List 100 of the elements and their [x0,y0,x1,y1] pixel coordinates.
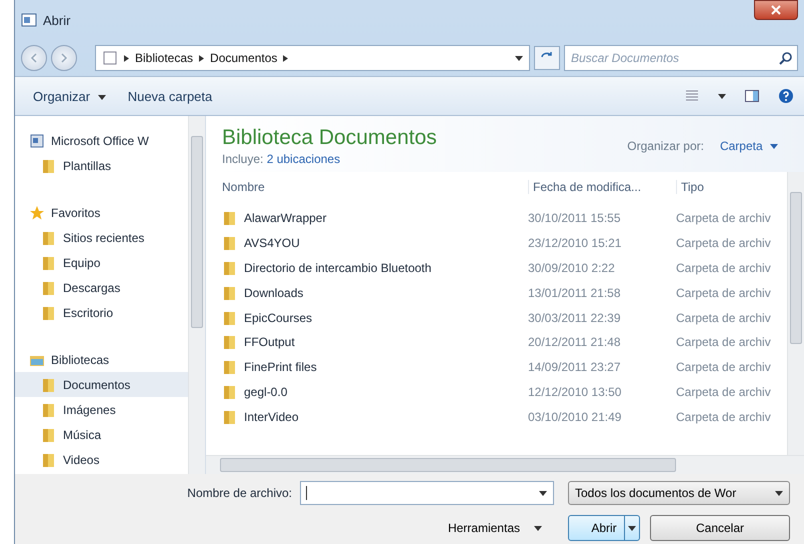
dropdown-icon [534,526,542,530]
dropdown-icon [98,94,106,100]
dropdown-icon[interactable] [718,94,726,98]
new-folder-button[interactable]: Nueva carpeta [124,86,216,106]
column-header[interactable]: Tipo [676,180,780,194]
folder-icon [41,158,57,174]
filename-field[interactable] [300,481,554,505]
library-title: Biblioteca Documentos [222,126,437,150]
table-cell-text: Carpeta de archiv [676,260,772,275]
organize-menu[interactable]: Organizar [29,86,110,106]
table-cell-text: Carpeta de archiv [676,211,772,226]
scrollbar[interactable] [188,116,205,474]
refresh-button[interactable] [534,46,560,70]
window-title: Abrir [43,12,70,28]
sidebar-item[interactable]: Imágenes [15,397,188,422]
table-cell-text: 13/01/2011 21:58 [528,286,622,300]
folder-icon [222,235,238,252]
search-icon [779,51,793,65]
dropdown-icon[interactable] [628,526,636,530]
folder-icon [41,376,57,392]
filename-label: Nombre de archivo: [187,486,292,500]
horizontal-scrollbar[interactable] [206,455,804,474]
folder-icon [222,359,238,376]
file-name[interactable]: AlawarWrapper [244,211,326,226]
sidebar-item[interactable]: Descargas [15,275,188,300]
close-button[interactable] [754,0,798,20]
sidebar-item[interactable]: Documentos [15,372,188,397]
dropdown-icon [775,490,783,496]
folder-icon [222,310,238,326]
chevron-icon [283,54,288,62]
includes-label: Incluye: [222,152,264,166]
folder-icon [41,230,57,246]
folder-icon [41,452,57,468]
sidebar-item[interactable]: Escritorio [15,300,188,325]
preview-pane-icon[interactable] [744,88,760,104]
dropdown-icon[interactable] [515,56,523,60]
sidebar-item[interactable]: Equipo [15,250,188,275]
document-icon [29,132,45,148]
table-cell-text: Carpeta de archiv [676,410,772,424]
table-cell-text: 12/12/2010 13:50 [528,384,622,399]
table-cell-text: 23/12/2010 15:21 [528,236,622,250]
sidebar-item[interactable]: Videos [15,447,188,472]
scrollbar[interactable] [787,172,804,455]
column-header[interactable]: Fecha de modifica... [528,180,676,194]
folder-icon [41,426,57,442]
address-bar[interactable]: Bibliotecas Documentos [95,45,530,71]
arrange-dropdown[interactable]: Carpeta [720,139,778,153]
help-icon[interactable] [778,88,794,104]
table-cell-text: 30/09/2010 2:22 [528,260,616,275]
table-cell-text: Carpeta de archiv [676,310,772,325]
file-name[interactable]: gegl-0.0 [244,384,288,399]
sidebar-item[interactable]: Bibliotecas [15,347,188,372]
sidebar-item[interactable]: Música [15,422,188,447]
sidebar-item[interactable]: Sitios recientes [15,225,188,250]
sidebar-item[interactable]: Plantillas [15,153,188,178]
folder-icon [222,408,238,425]
table-cell-text: Carpeta de archiv [676,286,772,300]
cancel-button[interactable]: Cancelar [650,515,790,541]
dropdown-icon[interactable] [539,490,547,496]
folder-icon [41,280,57,296]
arrange-label: Organizar por: [627,139,704,153]
folder-icon [41,254,57,270]
chevron-icon [124,54,129,62]
locations-link[interactable]: 2 ubicaciones [266,152,340,166]
folder-icon [222,210,238,226]
file-name[interactable]: InterVideo [244,410,298,424]
tools-menu[interactable]: Herramientas [442,520,548,536]
table-cell-text: Carpeta de archiv [676,360,772,374]
file-name[interactable]: AVS4YOU [244,236,300,250]
table-cell-text: 30/10/2011 15:55 [528,211,622,226]
folder-icon [222,334,238,350]
table-cell-text: 14/09/2011 23:27 [528,360,622,374]
file-name[interactable]: FinePrint files [244,360,317,374]
folder-icon [41,402,57,418]
breadcrumb-item[interactable]: Bibliotecas [135,51,194,65]
file-name[interactable]: EpicCourses [244,310,312,325]
table-cell-text: 03/10/2010 21:49 [528,410,622,424]
table-cell-text: 30/03/2011 22:39 [528,310,622,325]
column-header[interactable]: Nombre [216,180,528,194]
file-name[interactable]: Directorio de intercambio Bluetooth [244,260,432,275]
folder-icon [222,260,238,276]
dropdown-icon [770,144,778,150]
sidebar-item[interactable]: Microsoft Office W [15,128,188,153]
document-icon [21,12,37,28]
file-name[interactable]: Downloads [244,286,304,300]
folder-icon [222,284,238,301]
open-button[interactable]: Abrir [568,515,640,541]
file-type-dropdown[interactable]: Todos los documentos de Wor [568,481,790,505]
folder-icon [41,304,57,320]
breadcrumb-item[interactable]: Documentos [210,51,278,65]
table-cell-text: Carpeta de archiv [676,335,772,350]
search-field[interactable]: Buscar Documentos [564,45,798,71]
table-cell-text: 20/12/2011 21:48 [528,335,622,350]
close-icon [771,5,781,15]
table-cell-text: Carpeta de archiv [676,384,772,399]
star-icon [29,204,45,220]
table-cell-text: Carpeta de archiv [676,236,772,250]
file-name[interactable]: FFOutput [244,335,295,350]
chevron-icon [199,54,204,62]
sidebar-item[interactable]: Favoritos [15,200,188,225]
